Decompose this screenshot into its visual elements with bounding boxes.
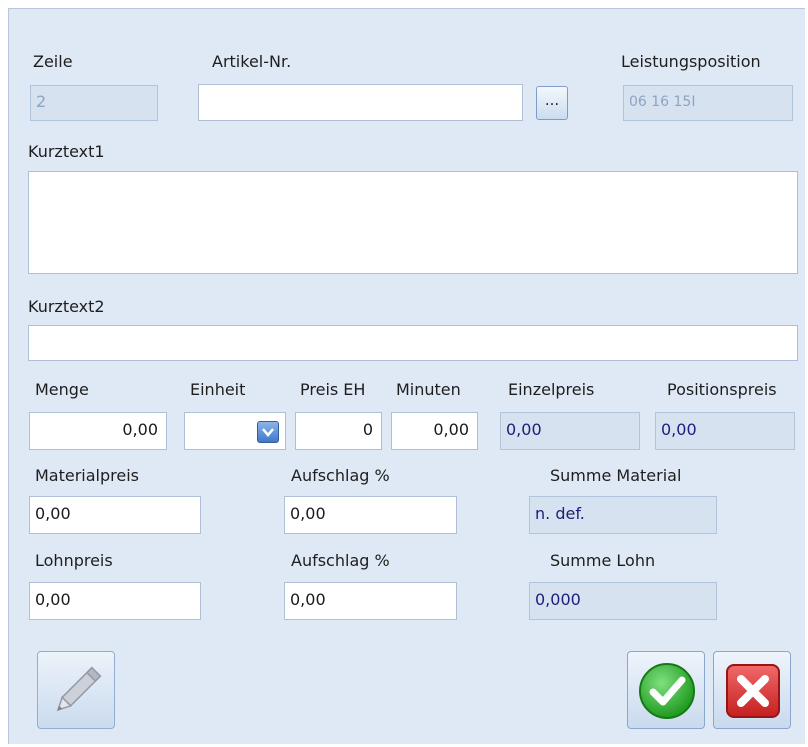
zeile-label: Zeile <box>33 52 73 71</box>
artikel-input[interactable] <box>198 84 523 121</box>
materialpreis-label: Materialpreis <box>35 466 140 485</box>
aufschlag-material-label: Aufschlag % <box>291 466 390 485</box>
preis-eh-input[interactable]: 0 <box>295 412 382 450</box>
edit-button[interactable] <box>37 651 115 729</box>
menge-label: Menge <box>35 380 89 399</box>
close-icon <box>726 664 780 718</box>
line-item-dialog: Zeile 2 Artikel-Nr. ... Leistungspositio… <box>8 8 805 744</box>
summe-material-field: n. def. <box>529 496 717 534</box>
einzelpreis-field: 0,00 <box>500 412 640 450</box>
einheit-label: Einheit <box>190 380 246 399</box>
cancel-button[interactable] <box>713 651 791 729</box>
lohnpreis-label: Lohnpreis <box>35 551 113 570</box>
positionspreis-field: 0,00 <box>655 412 795 450</box>
summe-lohn-field: 0,000 <box>529 582 717 620</box>
aufschlag-lohn-input[interactable]: 0,00 <box>284 582 457 620</box>
zeile-field: 2 <box>30 85 158 121</box>
artikel-browse-button[interactable]: ... <box>536 86 568 120</box>
minuten-input[interactable]: 0,00 <box>391 412 478 450</box>
positionspreis-label: Positionspreis <box>667 380 777 399</box>
kurztext2-input[interactable] <box>28 325 798 361</box>
menge-input[interactable]: 0,00 <box>29 412 167 450</box>
einheit-select[interactable] <box>184 412 286 450</box>
preis-eh-label: Preis EH <box>300 380 366 399</box>
checkmark-icon <box>639 663 695 719</box>
kurztext1-textarea[interactable] <box>28 171 798 274</box>
aufschlag-material-input[interactable]: 0,00 <box>284 496 457 534</box>
pencil-icon <box>56 666 102 712</box>
einzelpreis-label: Einzelpreis <box>508 380 595 399</box>
artikel-label: Artikel-Nr. <box>212 52 292 71</box>
kurztext2-label: Kurztext2 <box>28 297 105 316</box>
kurztext1-label: Kurztext1 <box>28 142 105 161</box>
materialpreis-input[interactable]: 0,00 <box>29 496 201 534</box>
summe-material-label: Summe Material <box>550 466 682 485</box>
leistungsposition-field: 06 16 15I <box>623 85 793 121</box>
summe-lohn-label: Summe Lohn <box>550 551 656 570</box>
minuten-label: Minuten <box>396 380 461 399</box>
ok-button[interactable] <box>627 651 705 729</box>
leistungsposition-label: Leistungsposition <box>621 52 761 71</box>
chevron-down-icon[interactable] <box>257 421 279 443</box>
aufschlag-lohn-label: Aufschlag % <box>291 551 390 570</box>
lohnpreis-input[interactable]: 0,00 <box>29 582 201 620</box>
